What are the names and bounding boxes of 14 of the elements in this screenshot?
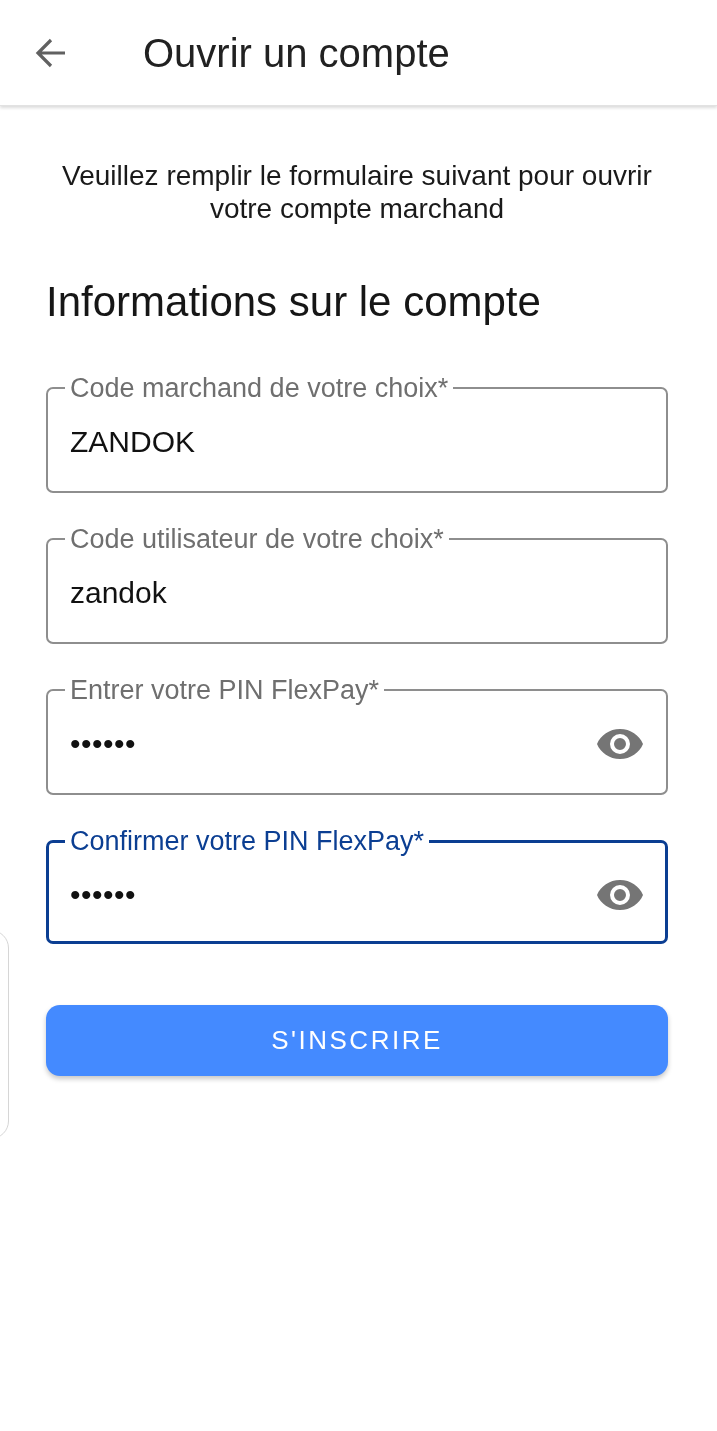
field-value: zandok: [70, 575, 168, 611]
screen-title: Ouvrir un compte: [143, 29, 450, 76]
field-label: Code utilisateur de votre choix*: [69, 524, 445, 554]
field-value: ZANDOK: [70, 424, 196, 460]
eye-icon[interactable]: [597, 880, 643, 910]
back-arrow-icon[interactable]: [35, 36, 67, 69]
eye-icon[interactable]: [597, 729, 643, 759]
instruction-text: Veuillez remplir le formulaire suivant pour ouvrir votre compte marchand: [61, 159, 653, 225]
section-heading: Informations sur le compte: [46, 278, 542, 326]
masked-pin-value: ••••••: [70, 726, 138, 762]
field-label: Code marchand de votre choix*: [69, 373, 450, 403]
field-label: Entrer votre PIN FlexPay*: [69, 675, 381, 705]
field-label: Confirmer votre PIN FlexPay*: [69, 826, 426, 856]
masked-pin-value: ••••••: [70, 877, 138, 913]
